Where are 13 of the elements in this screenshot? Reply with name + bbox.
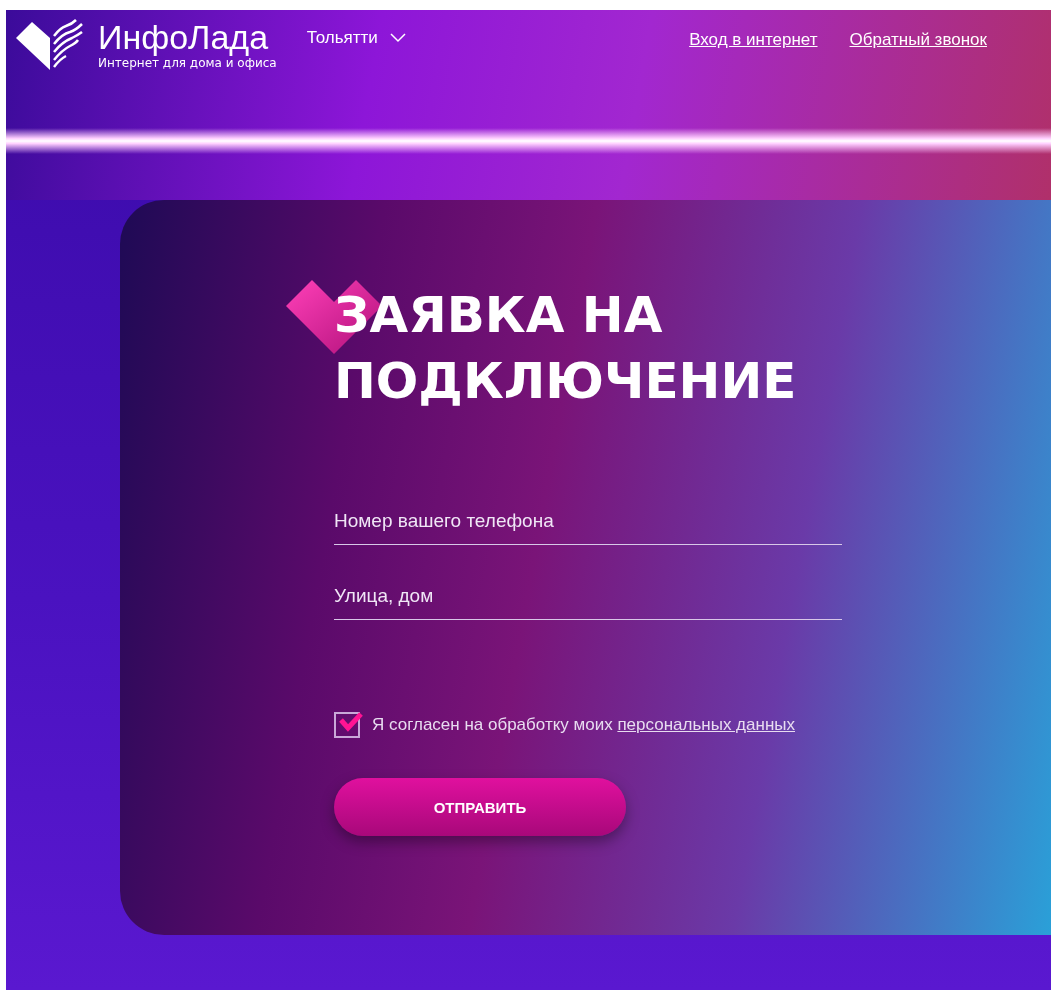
- consent-text: Я согласен на обработку моих персональных данных: [372, 715, 795, 735]
- checkbox[interactable]: [334, 712, 360, 738]
- header-link[interactable]: Вход в интернет: [689, 30, 818, 50]
- input-field[interactable]: Номер вашего телефона: [334, 500, 842, 545]
- form-title: ЗАЯВКА НА ПОДКЛЮЧЕНИЕ: [334, 285, 798, 412]
- logo-tagline: Интернет для дома и офиса: [98, 55, 277, 70]
- input-field[interactable]: Улица, дом: [334, 575, 842, 620]
- submit-button[interactable]: ОТПРАВИТЬ: [334, 778, 626, 836]
- chevron-down-icon: [389, 33, 406, 43]
- header-link[interactable]: Обратный звонок: [849, 30, 987, 50]
- personal-data-link[interactable]: персональных данных: [617, 715, 795, 734]
- logo-name: ИнфоЛада: [98, 18, 270, 55]
- city-selector[interactable]: Тольятти: [306, 28, 406, 48]
